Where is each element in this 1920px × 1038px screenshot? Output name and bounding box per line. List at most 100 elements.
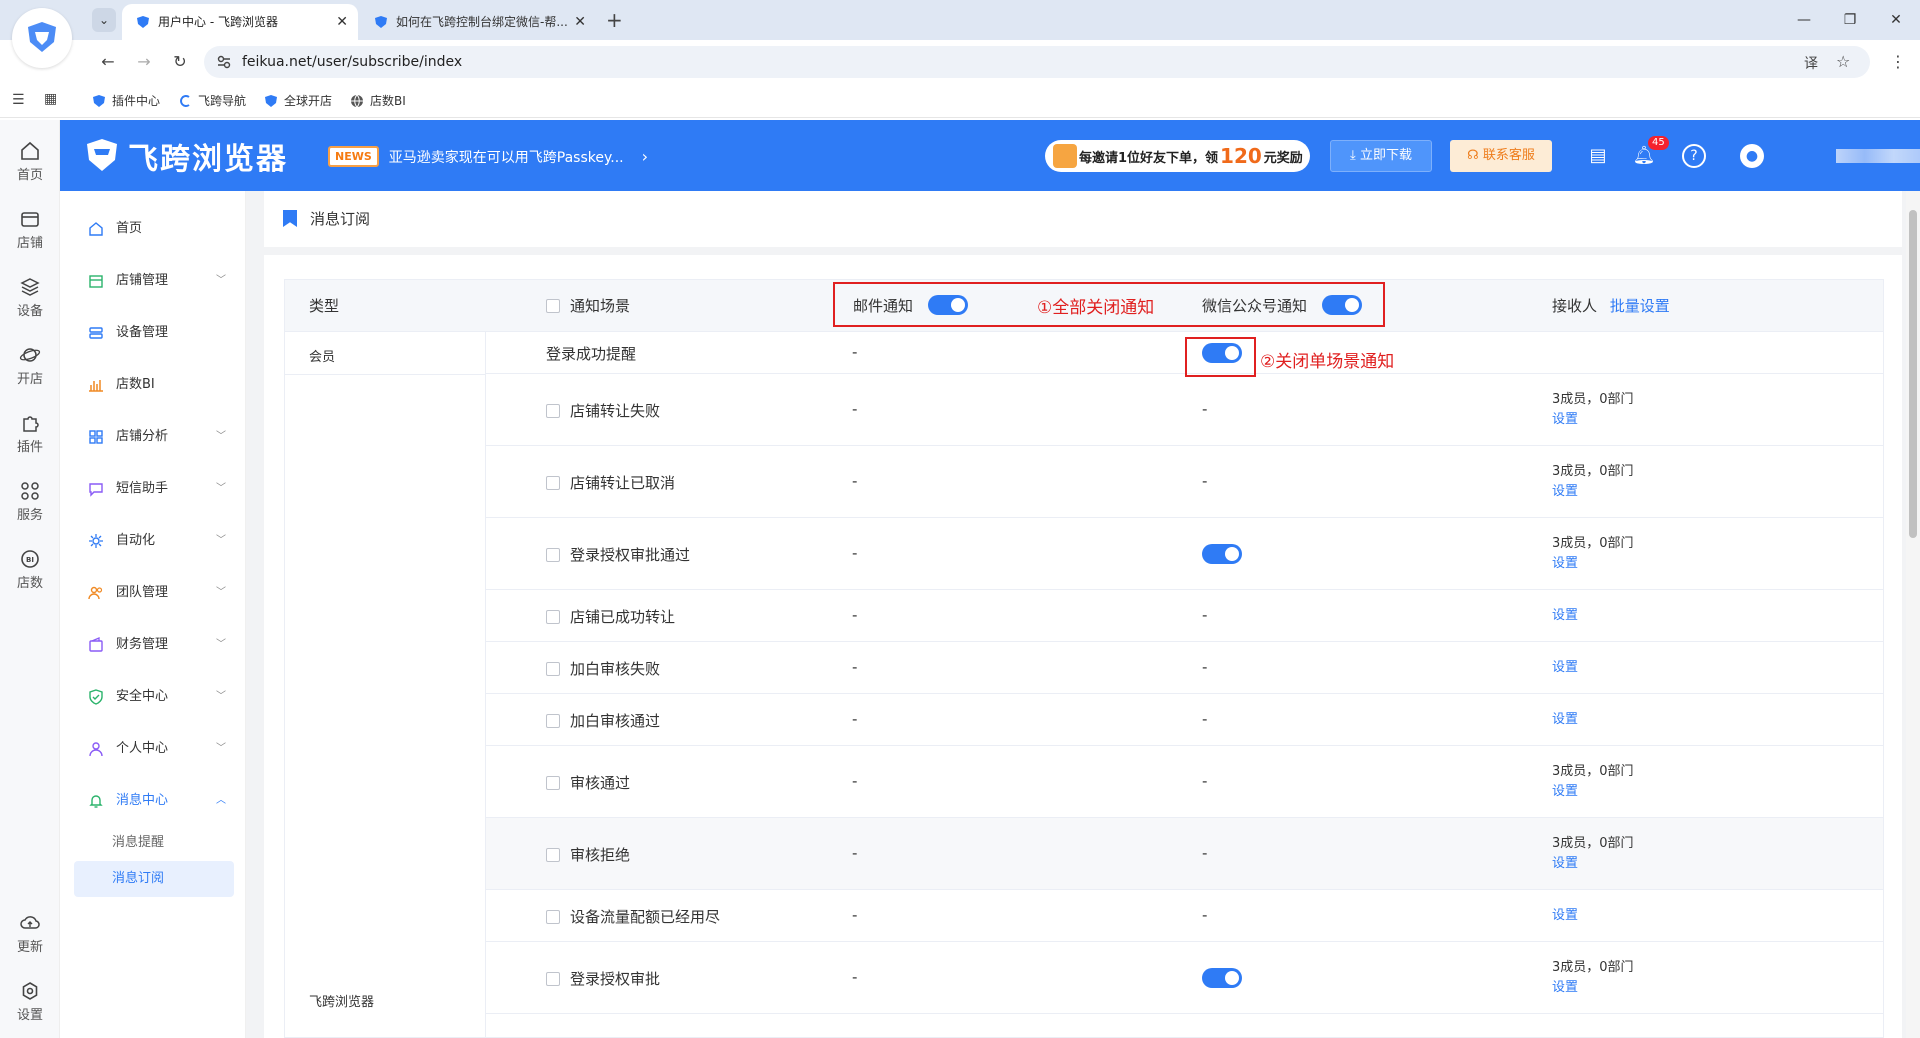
sidebar-item-sms-assistant[interactable]: 短信助手 ﹀ — [60, 469, 246, 509]
batch-settings-link[interactable]: 批量设置 — [1610, 297, 1670, 315]
sidebar-item-device-management[interactable]: 设备管理 — [60, 313, 246, 353]
news-ticker[interactable]: NEWS 亚马逊卖家现在可以用飞跨Passkey... › — [328, 146, 648, 167]
sidebar-sub-message-subscription[interactable]: 消息订阅 — [74, 861, 234, 897]
username-blurred[interactable] — [1836, 149, 1920, 163]
rail-item-device[interactable]: 设备 — [0, 276, 60, 332]
receiver-settings-link[interactable]: 设置 — [1552, 710, 1578, 730]
table-row: 设备流量配额已经用尽 - - 设置 — [486, 890, 1883, 942]
row-checkbox[interactable] — [546, 910, 560, 924]
url-omnibox[interactable]: feikua.net/user/subscribe/index 译 ☆ — [204, 46, 1870, 78]
reload-icon[interactable]: ↻ — [168, 50, 192, 74]
rail-item-plugin[interactable]: 插件 — [0, 412, 60, 468]
sidebar-toggle-icon[interactable]: ☰ — [12, 92, 25, 108]
chevron-right-icon[interactable]: › — [642, 147, 648, 166]
contact-service-button[interactable]: ☊ 联系客服 — [1450, 140, 1552, 172]
table-row: 加白审核失败 - - 设置 — [486, 642, 1883, 694]
avatar[interactable]: ● — [1740, 144, 1764, 168]
email-cell: - — [852, 844, 858, 862]
rail-item-update[interactable]: 更新 — [0, 912, 60, 968]
brand-logo[interactable]: 飞跨浏览器 — [82, 134, 288, 178]
receiver-members: 3成员，0部门 — [1552, 392, 1634, 407]
row-checkbox[interactable] — [546, 662, 560, 676]
row-checkbox[interactable] — [546, 610, 560, 624]
bookmark-star-icon[interactable]: ☆ — [1836, 52, 1850, 71]
sidebar-sub-message-reminder[interactable]: 消息提醒 — [74, 825, 234, 861]
receiver-settings-link[interactable]: 设置 — [1552, 658, 1578, 678]
shield-icon — [88, 689, 104, 705]
row-checkbox[interactable] — [546, 404, 560, 418]
rail-item-open-store[interactable]: 开店 — [0, 344, 60, 400]
row-checkbox[interactable] — [546, 776, 560, 790]
translate-icon[interactable]: 译 — [1804, 53, 1818, 73]
bookmark-store-bi[interactable]: 店数BI — [348, 84, 406, 118]
table-row: 审核通过 - - 3成员，0部门 设置 — [486, 746, 1883, 818]
sidebar-item-store-management[interactable]: 店铺管理 ﹀ — [60, 261, 246, 301]
sidebar-item-personal-center[interactable]: 个人中心 ﹀ — [60, 729, 246, 769]
sidebar-item-home[interactable]: 首页 — [60, 209, 246, 249]
window-close-icon[interactable]: ✕ — [1876, 0, 1916, 40]
row-checkbox[interactable] — [546, 972, 560, 986]
receiver-settings-link[interactable]: 设置 — [1552, 410, 1634, 430]
back-arrow-icon[interactable]: ← — [96, 50, 120, 74]
receiver-settings-link[interactable]: 设置 — [1552, 978, 1634, 998]
sidebar-item-message-center[interactable]: 消息中心 ︿ — [60, 781, 246, 821]
page-title: 消息订阅 — [310, 210, 371, 228]
row-checkbox[interactable] — [546, 548, 560, 562]
new-tab-button[interactable]: + — [606, 8, 623, 32]
receiver-settings-link[interactable]: 设置 — [1552, 906, 1578, 926]
apps-grid-icon[interactable]: ▦ — [44, 91, 57, 107]
sidebar-item-store-analysis[interactable]: 店铺分析 ﹀ — [60, 417, 246, 457]
sidebar-item-store-bi[interactable]: 店数BI — [60, 365, 246, 405]
receiver-settings-link[interactable]: 设置 — [1552, 782, 1634, 802]
select-all-checkbox[interactable] — [546, 299, 560, 313]
row-checkbox[interactable] — [546, 476, 560, 490]
bookmark-label: 店数BI — [370, 94, 406, 108]
restore-icon[interactable]: ❐ — [1830, 0, 1870, 40]
sidebar-item-team-management[interactable]: 团队管理 ﹀ — [60, 573, 246, 613]
wechat-toggle[interactable] — [1202, 544, 1242, 564]
chevron-down-icon: ﹀ — [216, 743, 226, 754]
bookmark-plugin-center[interactable]: 插件中心 — [90, 84, 160, 118]
download-button[interactable]: ⤓ 立即下载 — [1330, 140, 1432, 172]
tab-help[interactable]: 如何在飞跨控制台绑定微信-帮... ✕ — [360, 4, 596, 40]
receiver-cell: 设置 — [1552, 710, 1578, 730]
minimize-icon[interactable]: — — [1784, 0, 1824, 40]
sidebar-item-automation[interactable]: 自动化 ﹀ — [60, 521, 246, 561]
scrollbar-thumb[interactable] — [1909, 210, 1917, 538]
forward-arrow-icon[interactable]: → — [132, 50, 156, 74]
browser-menu-icon[interactable]: ⋮ — [1886, 50, 1910, 74]
sidebar-sub-label: 消息订阅 — [112, 871, 165, 886]
help-icon[interactable]: ? — [1682, 144, 1706, 168]
headset-icon: ☊ — [1467, 148, 1479, 163]
row-checkbox[interactable] — [546, 848, 560, 862]
bookmark-global-store[interactable]: 全球开店 — [262, 84, 332, 118]
bookmark-feikua-nav[interactable]: 飞跨导航 — [176, 84, 246, 118]
rail-item-service[interactable]: 服务 — [0, 480, 60, 536]
wechat-toggle[interactable] — [1202, 968, 1242, 988]
rail-item-store-data[interactable]: BI 店数 — [0, 548, 60, 604]
close-tab-icon[interactable]: ✕ — [574, 4, 586, 40]
tab-user-center[interactable]: 用户中心 - 飞跨浏览器 ✕ — [122, 4, 358, 40]
rail-item-home[interactable]: 首页 — [0, 140, 60, 196]
receiver-cell: 3成员，0部门 设置 — [1552, 834, 1634, 874]
document-icon[interactable]: ▤ — [1586, 144, 1610, 168]
receiver-settings-link[interactable]: 设置 — [1552, 854, 1634, 874]
site-info-icon[interactable] — [216, 54, 232, 70]
invite-banner[interactable]: 每邀请1位好友下单，领 120 元奖励 — [1045, 140, 1310, 172]
receiver-settings-link[interactable]: 设置 — [1552, 606, 1578, 626]
header-scene-label: 通知场景 — [570, 297, 631, 315]
news-text[interactable]: 亚马逊卖家现在可以用飞跨Passkey... — [389, 147, 624, 167]
sidebar-item-security-center[interactable]: 安全中心 ﹀ — [60, 677, 246, 717]
url-text[interactable]: feikua.net/user/subscribe/index — [242, 46, 462, 78]
scene-label: 审核通过 — [570, 774, 631, 792]
sidebar-item-finance-management[interactable]: 财务管理 ﹀ — [60, 625, 246, 665]
rail-item-settings[interactable]: 设置 — [0, 980, 60, 1036]
row-checkbox[interactable] — [546, 714, 560, 728]
close-tab-icon[interactable]: ✕ — [336, 4, 348, 40]
bookmark-flag-icon — [283, 210, 297, 227]
tab-list-dropdown[interactable]: ⌄ — [92, 8, 116, 32]
receiver-settings-link[interactable]: 设置 — [1552, 554, 1634, 574]
rail-item-store[interactable]: 店铺 — [0, 208, 60, 264]
automation-icon — [88, 533, 104, 549]
receiver-settings-link[interactable]: 设置 — [1552, 482, 1634, 502]
